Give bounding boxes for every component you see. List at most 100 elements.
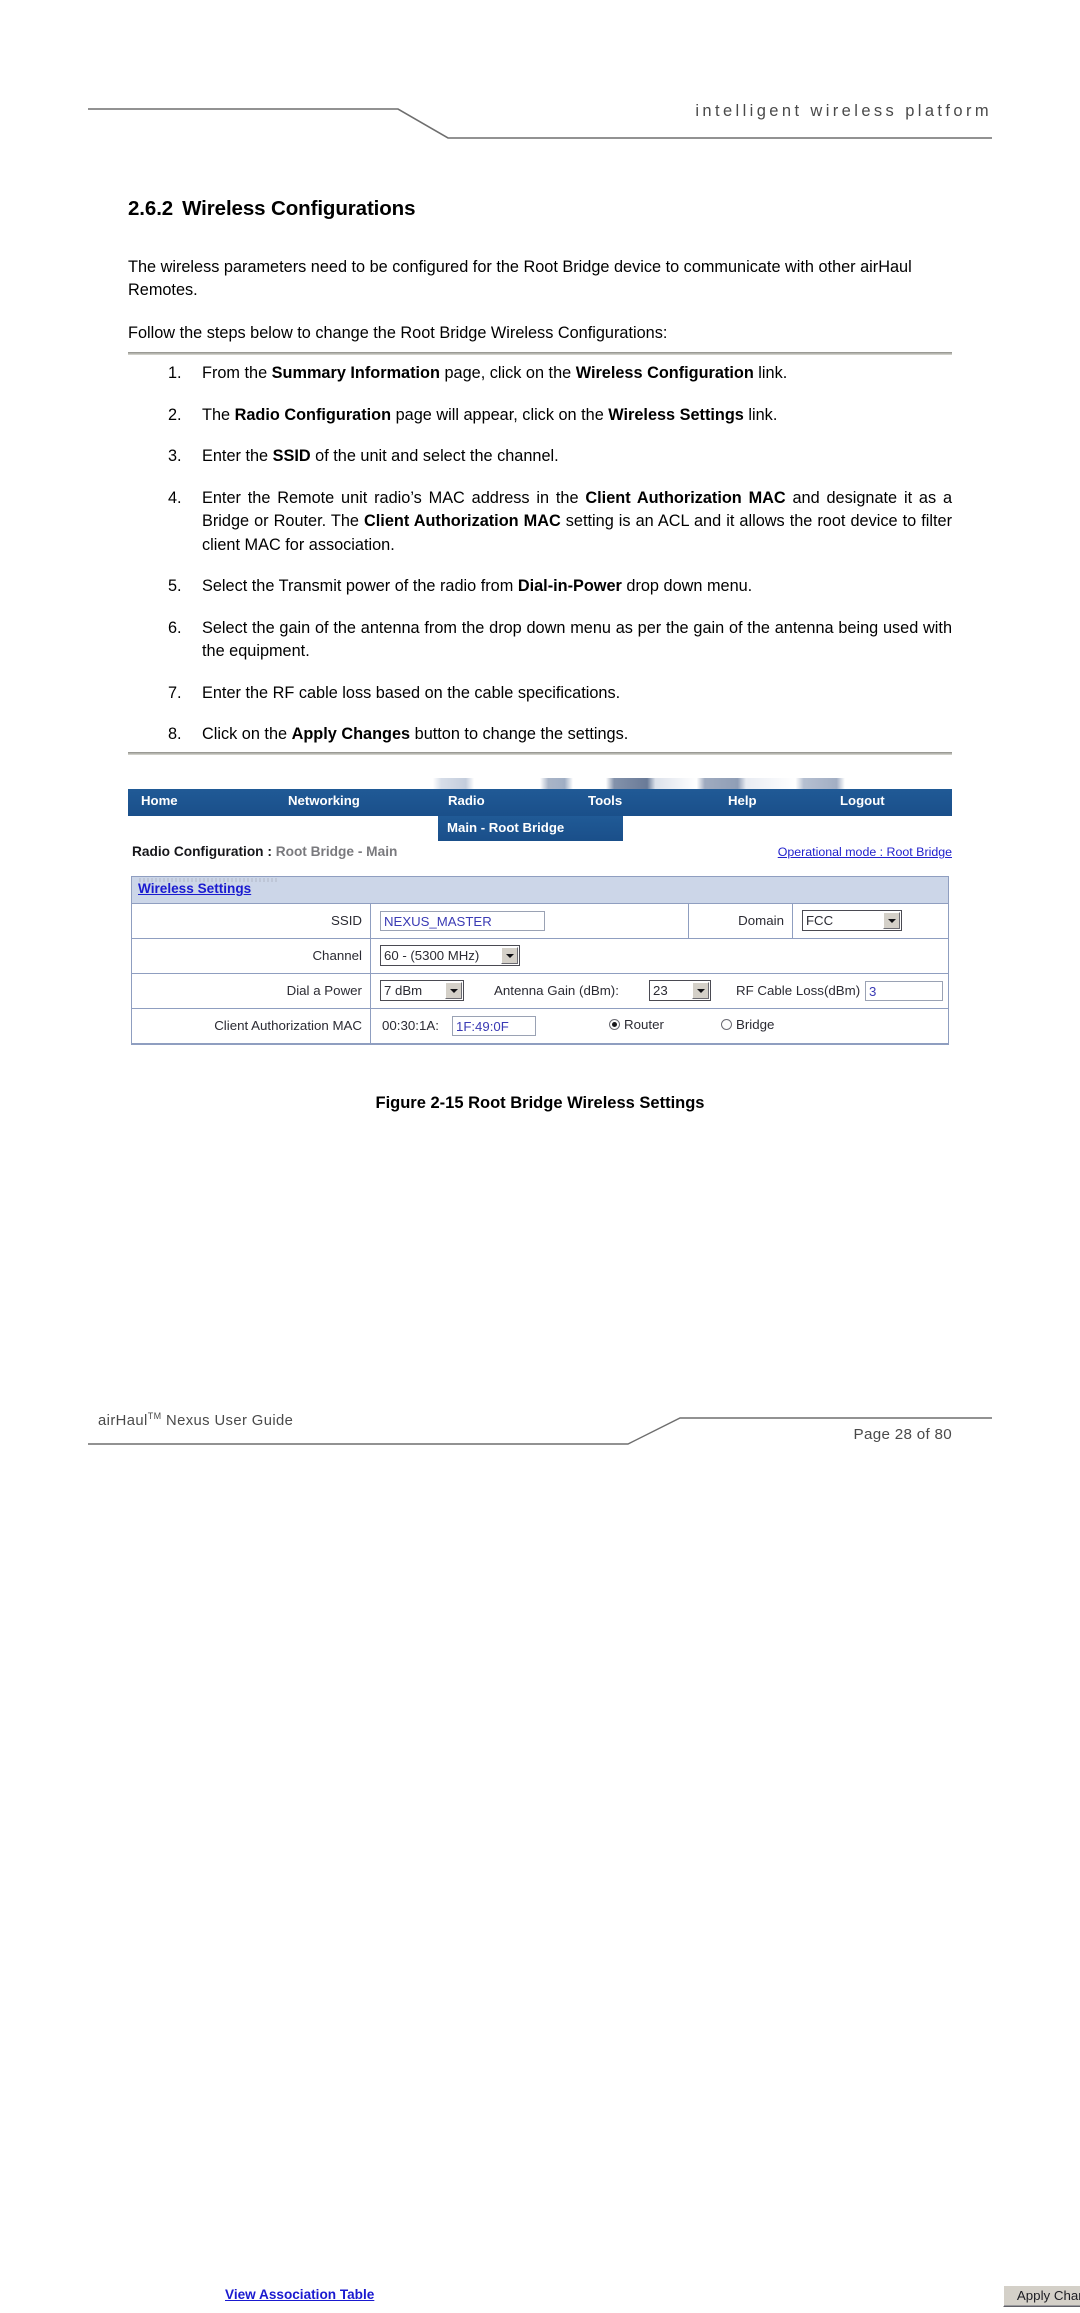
step-item: 3. Enter the SSID of the unit and select … xyxy=(128,445,952,469)
step-marker: 6. xyxy=(168,618,182,637)
antenna-gain-value: 23 xyxy=(653,983,668,998)
step-text: Enter the Remote unit radio’s MAC addres… xyxy=(202,488,586,507)
column-divider xyxy=(370,974,371,1008)
step-text-emphasis: Wireless Settings xyxy=(608,405,744,424)
channel-label: Channel xyxy=(312,948,362,963)
step-text: page, click on the xyxy=(439,364,576,382)
domain-select-value: FCC xyxy=(806,913,834,928)
step-text: page will appear, click on the xyxy=(391,405,609,424)
dial-a-power-label: Dial a Power xyxy=(286,983,362,998)
step-item: 8. Click on the Apply Changes button to c… xyxy=(128,723,952,747)
intro-paragraph-2: Follow the steps below to change the Roo… xyxy=(128,324,668,342)
column-divider xyxy=(688,904,689,938)
column-divider xyxy=(370,939,371,973)
ssid-label: SSID xyxy=(330,913,362,928)
radio-option-bridge[interactable]: Bridge xyxy=(721,1017,774,1032)
column-divider xyxy=(370,1009,371,1043)
figure-caption: Figure 2-15 Root Bridge Wireless Setting… xyxy=(375,1094,705,1112)
section-heading: 2.6.2 Wireless Configurations xyxy=(128,197,416,221)
row-panel-footer: View Association Table Apply Changes xyxy=(220,2281,1080,2313)
step-text: of the unit and select the channel. xyxy=(310,447,559,465)
client-authorization-mac-label: Client Authorization MAC xyxy=(214,1018,362,1033)
divider-top xyxy=(128,352,952,355)
nav-item-networking[interactable]: Networking xyxy=(288,793,360,808)
ssid-input[interactable]: NEXUS_MASTER xyxy=(380,911,545,931)
channel-select-value: 60 - (5300 MHz) xyxy=(384,948,480,963)
step-text-emphasis: SSID xyxy=(272,447,311,465)
step-text: Select the Transmit power of the radio f… xyxy=(202,577,518,595)
footer-guide-title: airHaulTM Nexus User Guide xyxy=(98,1411,293,1429)
step-marker: 3. xyxy=(168,447,182,465)
row-dial-a-power: Dial a Power 7 dBm Antenna Gain (dBm): 2… xyxy=(132,974,948,1009)
nav-item-radio[interactable]: Radio xyxy=(448,793,485,808)
step-text-emphasis: Dial-in-Power xyxy=(517,577,622,595)
column-divider xyxy=(792,904,793,938)
document-page: intelligent wireless platform 2.6.2 Wirel… xyxy=(0,0,1080,2313)
antenna-gain-select[interactable]: 23 xyxy=(649,980,711,1001)
step-marker: 7. xyxy=(168,683,182,702)
rf-cable-loss-input[interactable]: 3 xyxy=(865,981,943,1001)
step-text-emphasis: Wireless Configuration xyxy=(575,364,754,382)
intro-paragraph-1: The wireless parameters need to be confi… xyxy=(128,258,912,299)
router-label: Router xyxy=(624,1017,664,1032)
chevron-down-icon xyxy=(692,982,709,999)
radio-selected-icon xyxy=(609,1019,620,1030)
submenu-label: Main - Root Bridge xyxy=(447,820,565,835)
rf-cable-loss-label: RF Cable Loss(dBm) : xyxy=(736,983,868,998)
submenu-main-root-bridge[interactable]: Main - Root Bridge xyxy=(438,816,623,841)
step-text-emphasis: Client Authorization MAC xyxy=(364,512,561,530)
row-channel: Channel 60 - (5300 MHz) xyxy=(132,939,948,974)
steps-list: 1. From the Summary Information page, cli… xyxy=(128,362,952,765)
step-item: 7. Enter the RF cable loss based on the c… xyxy=(128,682,952,706)
wireless-settings-panel: Wireless Settings SSID NEXUS_MASTER Doma… xyxy=(131,876,1080,2313)
dial-a-power-select[interactable]: 7 dBm xyxy=(380,980,464,1001)
wireless-settings-link[interactable]: Wireless Settings xyxy=(138,881,251,896)
domain-label: Domain xyxy=(738,913,784,928)
page-header-banner: intelligent wireless platform xyxy=(88,100,992,144)
step-item: 6. Select the gain of the antenna from th… xyxy=(128,617,952,664)
step-text: button to change the settings. xyxy=(410,725,629,743)
panel-header: Wireless Settings xyxy=(132,877,948,904)
footer-guide-suffix: Nexus User Guide xyxy=(161,1413,294,1429)
step-item: 1. From the Summary Information page, cli… xyxy=(128,362,952,386)
step-text: From the xyxy=(202,364,272,382)
antenna-gain-label: Antenna Gain (dBm): xyxy=(494,983,619,998)
step-text: Select the gain of the antenna from the … xyxy=(202,618,952,661)
step-marker: 1. xyxy=(168,364,182,382)
apply-changes-button[interactable]: Apply Changes xyxy=(1003,2285,1080,2307)
radio-unselected-icon xyxy=(721,1019,732,1030)
step-text: link. xyxy=(743,405,778,424)
view-association-table-link[interactable]: View Association Table xyxy=(225,2287,374,2302)
step-text: The xyxy=(202,405,235,424)
chevron-down-icon xyxy=(445,982,462,999)
step-text-emphasis: Client Authorization MAC xyxy=(585,488,786,507)
nav-item-help[interactable]: Help xyxy=(728,793,757,808)
channel-select[interactable]: 60 - (5300 MHz) xyxy=(380,945,520,966)
step-marker: 2. xyxy=(168,405,182,424)
dial-a-power-value: 7 dBm xyxy=(384,983,423,998)
footer-guide-prefix: airHaul xyxy=(98,1413,148,1429)
app-page-title-bold: Radio Configuration : xyxy=(132,844,276,859)
operational-mode-link[interactable]: Operational mode : Root Bridge xyxy=(778,845,952,859)
domain-select[interactable]: FCC xyxy=(802,910,902,931)
step-item: 5. Select the Transmit power of the radio… xyxy=(128,575,952,599)
column-divider xyxy=(370,904,371,938)
step-marker: 8. xyxy=(168,725,182,743)
chevron-down-icon xyxy=(883,912,900,929)
chevron-down-icon xyxy=(501,947,518,964)
nav-item-tools[interactable]: Tools xyxy=(588,793,622,808)
footer-page-number: Page 28 of 80 xyxy=(853,1426,952,1443)
nav-item-home[interactable]: Home xyxy=(141,793,178,808)
step-marker: 4. xyxy=(168,488,182,507)
radio-option-router[interactable]: Router xyxy=(609,1017,664,1032)
step-item: 2. The Radio Configuration page will appe… xyxy=(128,404,952,428)
nav-item-logout[interactable]: Logout xyxy=(840,793,885,808)
step-text: Enter the RF cable loss based on the cab… xyxy=(202,683,621,702)
footer-trademark: TM xyxy=(147,1411,162,1421)
row-ssid: SSID NEXUS_MASTER Domain FCC xyxy=(132,904,948,939)
mac-suffix-input[interactable]: 1F:49:0F xyxy=(452,1016,536,1036)
bridge-label: Bridge xyxy=(736,1017,775,1032)
step-text: Click on the xyxy=(202,725,292,743)
step-text-emphasis: Apply Changes xyxy=(291,725,411,743)
banner-tagline: intelligent wireless platform xyxy=(695,102,992,120)
